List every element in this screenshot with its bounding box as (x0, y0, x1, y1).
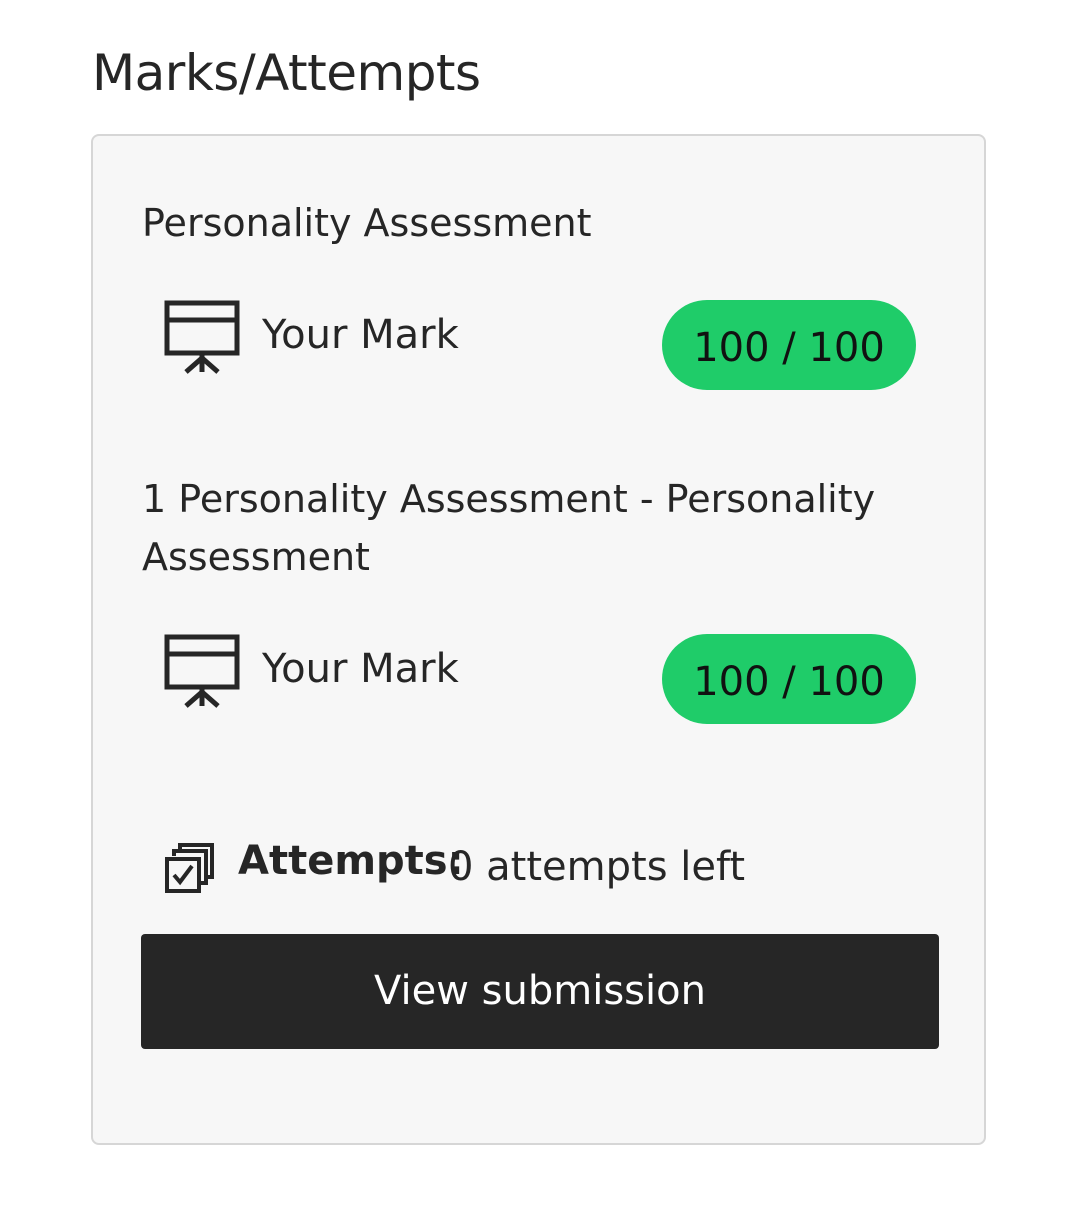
multiple-checkbox-icon (164, 842, 216, 894)
assessment-title: 1 Personality Assessment - Personality A… (142, 477, 876, 579)
presentation-board-icon (164, 300, 240, 376)
assessment-title: Personality Assessment (142, 201, 592, 245)
your-mark-label: Your Mark (262, 312, 459, 358)
view-submission-button[interactable]: View submission (141, 934, 939, 1049)
attempts-remaining: 0 attempts left (448, 844, 746, 890)
presentation-board-icon (164, 634, 240, 710)
mark-row: Your Mark 100 / 100 (164, 634, 916, 726)
page-title: Marks/Attempts (92, 44, 481, 102)
mark-row: Your Mark 100 / 100 (164, 300, 916, 392)
score-badge: 100 / 100 (662, 300, 916, 390)
attempts-row: Attempts: 0 attempts left (164, 832, 924, 896)
attempts-label: Attempts: (238, 838, 464, 884)
your-mark-label: Your Mark (262, 646, 459, 692)
score-badge: 100 / 100 (662, 634, 916, 724)
